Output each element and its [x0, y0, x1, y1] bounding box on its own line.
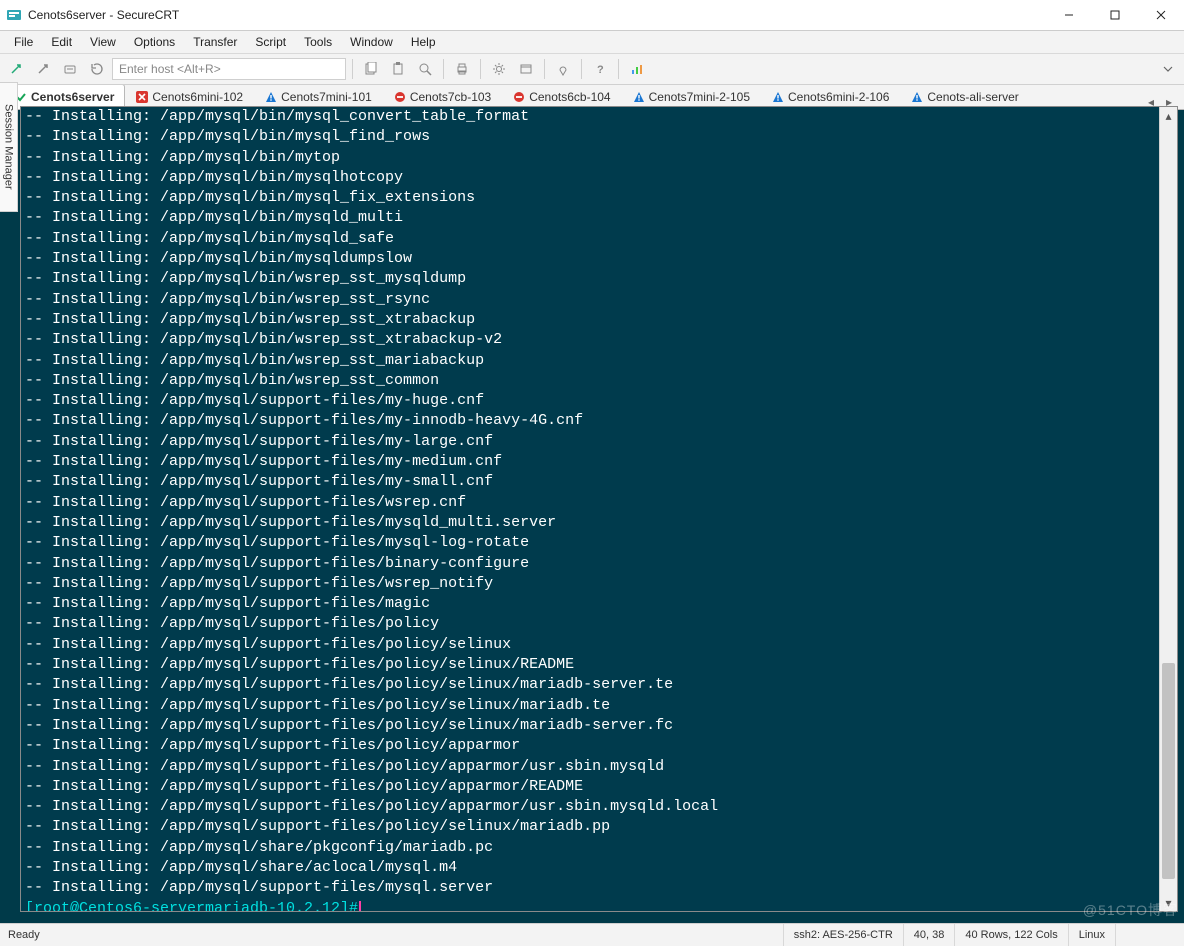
reconnect-icon[interactable] [58, 57, 82, 81]
toolbar-separator [352, 59, 353, 79]
terminal[interactable]: -- Installing: /app/mysql/bin/mysql_conv… [20, 106, 1178, 912]
shell-prompt: [root@Centos6-servermariadb-10.2.12]# [25, 900, 358, 912]
tab-label: Cenots6cb-104 [529, 90, 610, 104]
quick-connect-icon[interactable] [31, 57, 55, 81]
connect-icon[interactable] [4, 57, 28, 81]
menu-edit[interactable]: Edit [43, 33, 80, 51]
warn-icon [633, 91, 645, 103]
x-icon [136, 91, 148, 103]
menu-view[interactable]: View [82, 33, 124, 51]
toolbar-separator [443, 59, 444, 79]
tab-label: Cenots6mini-2-106 [788, 90, 889, 104]
warn-icon [772, 91, 784, 103]
tab-label: Cenots6mini-102 [152, 90, 243, 104]
menu-script[interactable]: Script [247, 33, 294, 51]
toolbar: Enter host <Alt+R> ? [0, 54, 1184, 85]
stop-icon [513, 91, 525, 103]
svg-text:?: ? [597, 64, 604, 76]
scroll-up-icon[interactable]: ▴ [1160, 107, 1177, 124]
app-icon [6, 7, 22, 23]
scroll-down-icon[interactable]: ▾ [1160, 894, 1177, 911]
stop-icon [394, 91, 406, 103]
host-input[interactable]: Enter host <Alt+R> [112, 58, 346, 80]
tab-label: Cenots-ali-server [927, 90, 1018, 104]
window-title: Cenots6server - SecureCRT [28, 8, 179, 22]
toolbar-separator [480, 59, 481, 79]
scroll-thumb[interactable] [1162, 663, 1175, 879]
status-vt: Linux [1068, 924, 1115, 946]
status-bar: Ready ssh2: AES-256-CTR 40, 38 40 Rows, … [0, 923, 1184, 946]
session-manager-panel[interactable]: Session Manager [0, 82, 18, 212]
tab-label: Cenots7mini-2-105 [649, 90, 750, 104]
print-icon[interactable] [450, 57, 474, 81]
menu-transfer[interactable]: Transfer [185, 33, 245, 51]
status-cursor: 40, 38 [903, 924, 955, 946]
menu-file[interactable]: File [6, 33, 41, 51]
chart-icon[interactable] [625, 57, 649, 81]
settings-icon[interactable] [487, 57, 511, 81]
host-placeholder: Enter host <Alt+R> [119, 62, 221, 76]
warn-icon [265, 91, 277, 103]
close-button[interactable] [1138, 0, 1184, 30]
toolbar-separator [581, 59, 582, 79]
maximize-button[interactable] [1092, 0, 1138, 30]
keymap-icon[interactable] [551, 57, 575, 81]
session-options-icon[interactable] [514, 57, 538, 81]
title-bar: Cenots6server - SecureCRT [0, 0, 1184, 31]
tab-label: Cenots7mini-101 [281, 90, 372, 104]
status-size: 40 Rows, 122 Cols [954, 924, 1067, 946]
find-icon[interactable] [413, 57, 437, 81]
tab-label: Cenots6server [31, 90, 114, 104]
menu-tools[interactable]: Tools [296, 33, 340, 51]
session-manager-label: Session Manager [3, 104, 15, 190]
terminal-cursor [359, 901, 361, 912]
menu-help[interactable]: Help [403, 33, 444, 51]
paste-icon[interactable] [386, 57, 410, 81]
scroll-track[interactable] [1160, 124, 1177, 894]
disconnect-icon[interactable] [85, 57, 109, 81]
terminal-scrollbar[interactable]: ▴ ▾ [1159, 107, 1177, 911]
help-icon[interactable]: ? [588, 57, 612, 81]
menu-options[interactable]: Options [126, 33, 183, 51]
warn-icon [911, 91, 923, 103]
window-controls [1046, 0, 1184, 30]
menu-window[interactable]: Window [342, 33, 401, 51]
toolbar-overflow-icon[interactable] [1156, 57, 1180, 81]
minimize-button[interactable] [1046, 0, 1092, 30]
tab-label: Cenots7cb-103 [410, 90, 491, 104]
title-bar-left: Cenots6server - SecureCRT [0, 7, 179, 23]
toolbar-separator [618, 59, 619, 79]
terminal-output: -- Installing: /app/mysql/bin/mysql_conv… [21, 107, 1177, 912]
status-blank [1115, 924, 1176, 946]
menu-bar: File Edit View Options Transfer Script T… [0, 31, 1184, 54]
toolbar-separator [544, 59, 545, 79]
status-ready: Ready [8, 929, 40, 941]
status-connection: ssh2: AES-256-CTR [783, 924, 903, 946]
copy-icon[interactable] [359, 57, 383, 81]
